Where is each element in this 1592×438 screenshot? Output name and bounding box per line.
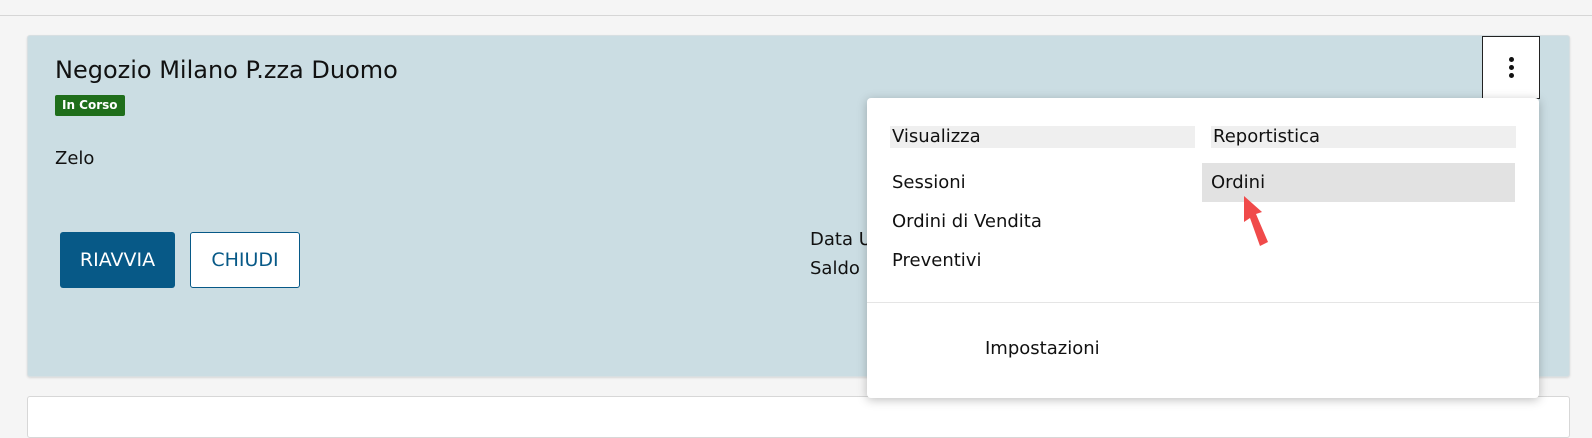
top-divider (0, 15, 1592, 16)
restart-button[interactable]: RIAVVIA (60, 232, 175, 288)
mouse-pointer-icon (1244, 196, 1268, 246)
more-options-button[interactable] (1482, 36, 1540, 99)
close-button[interactable]: CHIUDI (190, 232, 300, 288)
options-dropdown-menu: Visualizza Reportistica Sessioni Ordini … (867, 98, 1539, 398)
menu-item-preventivi[interactable]: Preventivi (892, 241, 981, 280)
info-date-label: Data U (810, 229, 872, 250)
status-badge: In Corso (55, 95, 125, 116)
next-card (27, 396, 1570, 438)
menu-item-sessioni[interactable]: Sessioni (892, 163, 966, 202)
section-header-visualizza: Visualizza (890, 126, 1195, 148)
section-header-reportistica: Reportistica (1211, 126, 1516, 148)
kebab-dot (1508, 73, 1514, 78)
menu-divider (867, 302, 1539, 303)
menu-item-impostazioni[interactable]: Impostazioni (985, 329, 1100, 368)
store-subtitle: Zelo (55, 148, 95, 169)
store-title: Negozio Milano P.zza Duomo (55, 56, 398, 84)
menu-item-ordini-di-vendita[interactable]: Ordini di Vendita (892, 202, 1042, 241)
kebab-dot (1508, 57, 1514, 62)
kebab-dot (1508, 65, 1514, 70)
info-balance-label: Saldo (810, 258, 860, 279)
